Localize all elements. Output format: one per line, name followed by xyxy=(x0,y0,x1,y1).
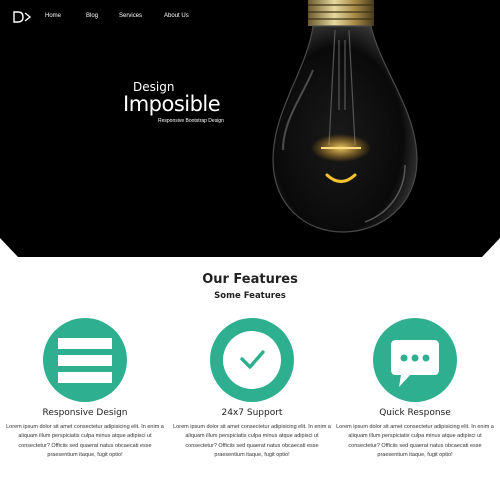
nav-item-home[interactable]: Home xyxy=(45,13,61,19)
logo-icon[interactable] xyxy=(13,11,31,23)
feature-title: 24x7 Support xyxy=(221,408,283,418)
check-circle-icon xyxy=(210,318,294,402)
nav-item-services[interactable]: Services xyxy=(119,13,142,19)
feature-description: Lorem ipsum dolor sit amet consectetur a… xyxy=(173,424,331,459)
feature-title: Quick Response xyxy=(379,408,451,418)
feature-card-responsive-design: Responsive Design Lorem ipsum dolor sit … xyxy=(0,318,170,461)
nav-item-blog[interactable]: Blog xyxy=(86,13,98,19)
chat-bubble-icon xyxy=(373,318,457,402)
feature-card-support: 24x7 Support Lorem ipsum dolor sit amet … xyxy=(167,318,337,461)
menu-icon xyxy=(43,318,127,402)
feature-description: Lorem ipsum dolor sit amet consectetur a… xyxy=(6,424,164,459)
light-bulb-image xyxy=(272,0,418,233)
features-subtitle: Some Features xyxy=(214,291,286,301)
nav-item-about-us[interactable]: About Us xyxy=(164,13,189,19)
feature-title: Responsive Design xyxy=(42,408,128,418)
feature-description: Lorem ipsum dolor sit amet consectetur a… xyxy=(336,424,494,459)
feature-card-quick-response: Quick Response Lorem ipsum dolor sit ame… xyxy=(330,318,500,461)
hero-heading-line2: Imposible xyxy=(123,92,221,116)
main-nav: Home Blog Services About Us xyxy=(45,13,215,19)
hero-subtitle: Responsive Bootstrap Design xyxy=(158,118,224,124)
hero-banner: Home Blog Services About Us Design Impos… xyxy=(0,0,500,257)
features-title: Our Features xyxy=(202,272,298,287)
